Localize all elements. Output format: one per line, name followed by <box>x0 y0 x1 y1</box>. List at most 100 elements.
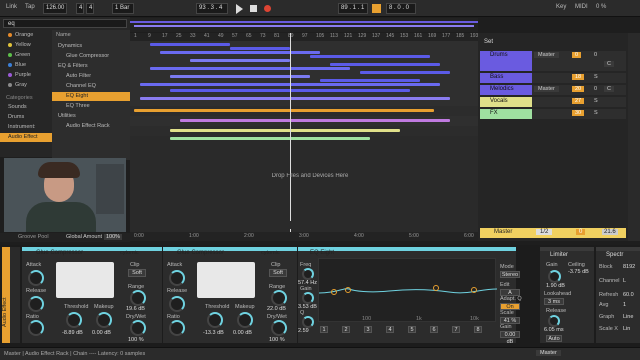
track-button[interactable]: 0 <box>594 86 597 92</box>
global-amount-value[interactable]: 100% <box>104 234 123 240</box>
track-button[interactable]: S <box>594 98 598 104</box>
spectrum-channel-value[interactable]: L <box>623 278 626 284</box>
drywet-knob[interactable] <box>130 320 146 336</box>
clip-segment[interactable] <box>150 67 350 70</box>
mixer-track-row[interactable]: Bass 18 S <box>480 73 626 83</box>
groove-pool-label[interactable]: Groove Pool <box>18 234 49 240</box>
makeup-knob[interactable] <box>96 312 112 328</box>
eq-band-toggle[interactable]: 1 <box>320 326 328 333</box>
track-header[interactable]: Bass <box>480 73 532 83</box>
spectrum-scale_x-value[interactable]: Lin <box>623 326 630 332</box>
browser-item[interactable]: Audio Effect Rack <box>52 122 130 131</box>
clip-segment[interactable] <box>310 55 430 58</box>
eq-scale-value[interactable]: 41 % <box>500 317 520 324</box>
midi-button[interactable]: MIDI <box>575 4 588 10</box>
clip-segment[interactable] <box>360 71 450 74</box>
arrangement-view[interactable]: 1917253341495765738189971051131211291371… <box>130 33 478 241</box>
side-toolbar[interactable] <box>628 33 640 241</box>
clip-segment[interactable] <box>170 137 370 140</box>
clip-segment[interactable] <box>180 119 450 122</box>
track-button[interactable]: S <box>594 74 598 80</box>
collection-item[interactable]: Purple <box>0 71 52 80</box>
master-pan[interactable]: 21.6 <box>602 229 618 235</box>
spectrum-avg-value[interactable]: 1 <box>623 302 626 308</box>
track-header[interactable]: Vocals <box>480 97 532 107</box>
clip-segment[interactable] <box>190 59 290 62</box>
makeup-knob[interactable] <box>237 312 253 328</box>
mixer-track-row[interactable]: Vocals 27 S <box>480 97 626 107</box>
track-pan[interactable]: C <box>604 61 614 67</box>
range-knob[interactable] <box>271 290 287 306</box>
soft-clip-button[interactable]: Soft <box>269 269 287 277</box>
browser-item[interactable]: Channel EQ <box>52 82 130 91</box>
sig-num-field[interactable]: 4 <box>76 3 84 14</box>
eq-freq-knob[interactable] <box>302 268 314 280</box>
eq-edit-value[interactable]: A <box>500 289 520 296</box>
range-knob[interactable] <box>130 290 146 306</box>
position-field[interactable]: 93 . 3 . 4 <box>196 3 228 14</box>
browser-item[interactable]: Dynamics <box>52 42 130 51</box>
browser-item[interactable]: EQ & Filters <box>52 62 130 71</box>
spectrum-block-value[interactable]: 8192 <box>623 264 635 270</box>
clip-segment[interactable] <box>160 51 320 54</box>
track-button[interactable]: 0 <box>594 52 597 58</box>
browser-item[interactable]: Auto Filter <box>52 72 130 81</box>
collection-item[interactable]: Orange <box>0 31 52 40</box>
eq-graph[interactable] <box>318 258 498 322</box>
loop-icon[interactable] <box>372 4 381 13</box>
mixer-track-row[interactable]: FX 30 S <box>480 109 626 119</box>
eq-band-toggle[interactable]: 5 <box>408 326 416 333</box>
search-input[interactable]: eq <box>3 19 127 28</box>
loop-start-field[interactable]: 89 . 1 . 1 <box>338 3 368 14</box>
eq-band-toggle[interactable]: 2 <box>342 326 350 333</box>
browser-item[interactable]: EQ Three <box>52 102 130 111</box>
clip-segment[interactable] <box>140 97 450 100</box>
master-lane[interactable] <box>130 221 478 229</box>
track-routing[interactable]: Master <box>534 52 559 58</box>
quantize-select[interactable]: 1 Bar <box>112 3 134 14</box>
soft-clip-button[interactable]: Soft <box>128 269 146 277</box>
eq-adapt-value[interactable]: On <box>500 303 520 310</box>
eq-out_gain-value[interactable]: 0.00 dB <box>500 331 520 345</box>
lookahead-select[interactable]: 3 ms <box>544 298 564 305</box>
category-item[interactable]: Audio Effect <box>0 133 52 142</box>
limiter-release-knob[interactable] <box>548 315 560 327</box>
time-ruler[interactable]: 0:00 1:00 2:00 3:00 4:00 5:00 6:00 <box>130 232 478 241</box>
attack-knob[interactable] <box>169 270 185 286</box>
master-track-header[interactable]: Master 1/2 0 21.6 <box>480 228 626 238</box>
eq-band-dot[interactable] <box>471 287 477 293</box>
spectrum-graph-value[interactable]: Line <box>623 314 633 320</box>
key-button[interactable]: Key <box>556 4 566 10</box>
sig-den-field[interactable]: 4 <box>86 3 94 14</box>
overview-strip[interactable] <box>130 18 478 32</box>
play-icon[interactable] <box>236 4 243 14</box>
clip-segment[interactable] <box>150 43 230 46</box>
browser-item[interactable]: Utilities <box>52 112 130 121</box>
release-knob[interactable] <box>28 296 44 312</box>
browser-item[interactable]: Glue Compressor <box>52 52 130 61</box>
track-volume[interactable]: 30 <box>572 110 585 116</box>
attack-knob[interactable] <box>28 270 44 286</box>
track-volume[interactable]: 0 <box>572 52 582 58</box>
eq-band-dot[interactable] <box>331 289 337 295</box>
rack-title-strip[interactable]: Audio Effect <box>2 247 10 343</box>
eq-q-knob[interactable] <box>302 316 314 328</box>
clip-segment[interactable] <box>170 75 310 78</box>
eq-band-toggle[interactable]: 3 <box>364 326 372 333</box>
track-pan[interactable]: C <box>604 86 614 92</box>
category-item[interactable]: Drums <box>0 113 52 122</box>
track-header[interactable]: Melodics <box>480 85 532 95</box>
eq-band-toggle[interactable]: 8 <box>474 326 482 333</box>
eq-mode-value[interactable]: Stereo <box>500 271 520 278</box>
threshold-knob[interactable] <box>66 312 82 328</box>
tempo-field[interactable]: 126.00 <box>43 3 67 14</box>
drywet-knob[interactable] <box>271 320 287 336</box>
record-icon[interactable] <box>264 5 271 12</box>
clip-segment[interactable] <box>320 79 420 82</box>
track-volume[interactable]: 20 <box>572 86 585 92</box>
clip-segment[interactable] <box>170 129 400 132</box>
clip-segment[interactable] <box>330 63 440 66</box>
bar-ruler[interactable]: 1917253341495765738189971051131211291371… <box>130 33 478 41</box>
track-routing[interactable]: Master <box>534 86 559 92</box>
mixer-track-row[interactable]: Drums Master 0 0 C <box>480 51 626 71</box>
